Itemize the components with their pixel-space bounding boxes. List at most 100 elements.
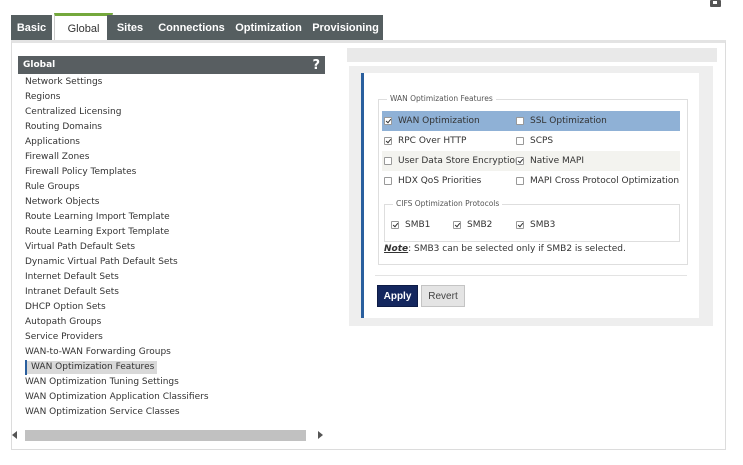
nav-item[interactable]: Route Learning Import Template — [18, 210, 325, 225]
global-nav-panel: Global ? Network Settings Regions Centrali… — [18, 56, 325, 446]
feature-checkbox[interactable] — [516, 117, 524, 125]
feature-label: HDX QoS Priorities — [398, 176, 482, 186]
note-label: Note — [384, 244, 409, 254]
nav-list: Network Settings Regions Centralized Licen… — [18, 74, 325, 420]
nav-item[interactable]: Regions — [18, 90, 325, 105]
nav-item-label: Firewall Policy Templates — [25, 167, 137, 177]
nav-item-label: Autopath Groups — [25, 317, 102, 327]
feature-row: HDX QoS Priorities MAPI Cross Protocol Op… — [382, 171, 680, 191]
smb-note: Note: SMB3 can be selected only if SMB2 … — [384, 244, 626, 254]
scroll-left-icon[interactable] — [12, 431, 17, 439]
nav-item[interactable]: DHCP Option Sets — [18, 300, 325, 315]
feature-option[interactable]: HDX QoS Priorities — [384, 171, 481, 191]
nav-item[interactable]: Applications — [18, 135, 325, 150]
nav-item[interactable]: Route Learning Export Template — [18, 225, 325, 240]
nav-item[interactable]: Firewall Policy Templates — [18, 165, 325, 180]
divider — [375, 275, 687, 276]
revert-button[interactable]: Revert — [421, 285, 465, 307]
nav-item-label: WAN-to-WAN Forwarding Groups — [25, 347, 171, 357]
cifs-label: SMB1 — [405, 220, 431, 230]
cifs-legend: CIFS Optimization Protocols — [393, 199, 503, 208]
nav-item[interactable]: WAN Optimization Features — [25, 360, 325, 375]
nav-title: Global — [23, 60, 56, 70]
feature-checkbox[interactable] — [516, 137, 524, 145]
feature-checkbox[interactable] — [384, 177, 392, 185]
nav-item[interactable]: Network Settings — [18, 75, 325, 90]
nav-item-label: Intranet Default Sets — [25, 287, 119, 297]
nav-item-label: WAN Optimization Application Classifiers — [25, 392, 209, 402]
cifs-checkbox[interactable] — [391, 221, 399, 229]
nav-item[interactable]: Intranet Default Sets — [18, 285, 325, 300]
nav-item[interactable]: Routing Domains — [18, 120, 325, 135]
feature-option[interactable]: Native MAPI — [516, 151, 584, 171]
nav-item-label: Regions — [25, 92, 61, 102]
nav-item[interactable]: Virtual Path Default Sets — [18, 240, 325, 255]
nav-item-label: Dynamic Virtual Path Default Sets — [25, 257, 178, 267]
feature-label: User Data Store Encryption — [398, 156, 521, 166]
nav-item[interactable]: Service Providers — [18, 330, 325, 345]
scroll-right-icon[interactable] — [318, 431, 323, 439]
feature-option[interactable]: MAPI Cross Protocol Optimization — [516, 171, 679, 191]
nav-item-label: Service Providers — [25, 332, 103, 342]
horizontal-scrollbar[interactable] — [9, 428, 325, 442]
feature-row: WAN Optimization SSL Optimization — [382, 111, 680, 131]
nav-item-label: WAN Optimization Service Classes — [25, 407, 180, 417]
feature-checkbox[interactable] — [384, 157, 392, 165]
tab-global[interactable]: Global — [54, 13, 113, 41]
cifs-option[interactable]: SMB1 — [391, 215, 430, 235]
feature-label: Native MAPI — [530, 156, 585, 166]
nav-item-label: DHCP Option Sets — [25, 302, 106, 312]
feature-option[interactable]: User Data Store Encryption — [384, 151, 521, 171]
tab-provisioning[interactable]: Provisioning — [308, 15, 383, 40]
nav-item[interactable]: Centralized Licensing — [18, 105, 325, 120]
tab-optimization[interactable]: Optimization — [227, 15, 310, 40]
nav-item-label: Routing Domains — [25, 122, 102, 132]
nav-item[interactable]: Rule Groups — [18, 180, 325, 195]
nav-item[interactable]: Autopath Groups — [18, 315, 325, 330]
tab-sites[interactable]: Sites — [107, 15, 153, 40]
help-icon[interactable]: ? — [312, 59, 320, 72]
feature-row: RPC Over HTTP SCPS — [382, 131, 680, 151]
feature-checkbox[interactable] — [384, 137, 392, 145]
feature-label: RPC Over HTTP — [398, 136, 467, 146]
cifs-label: SMB2 — [467, 220, 493, 230]
feature-row: User Data Store Encryption Native MAPI — [382, 151, 680, 171]
nav-item[interactable]: WAN Optimization Tuning Settings — [18, 375, 325, 390]
tab-connections[interactable]: Connections — [150, 15, 233, 40]
feature-label: MAPI Cross Protocol Optimization — [530, 176, 680, 186]
nav-item[interactable]: Network Objects — [18, 195, 325, 210]
cifs-option[interactable]: SMB2 — [453, 215, 492, 235]
tab-basic[interactable]: Basic — [11, 15, 52, 40]
lock-icon[interactable] — [710, 0, 721, 7]
cifs-checkbox[interactable] — [453, 221, 461, 229]
nav-item[interactable]: Firewall Zones — [18, 150, 325, 165]
feature-option[interactable]: SCPS — [516, 131, 553, 151]
cifs-checkbox[interactable] — [516, 221, 524, 229]
feature-option[interactable]: WAN Optimization — [384, 111, 480, 131]
nav-item-label: Network Objects — [25, 197, 100, 207]
nav-item[interactable]: WAN Optimization Service Classes — [18, 405, 325, 420]
nav-item-label: Applications — [25, 137, 80, 147]
apply-button[interactable]: Apply — [377, 285, 418, 307]
nav-item-label: Route Learning Import Template — [25, 212, 170, 222]
nav-item[interactable]: WAN Optimization Application Classifiers — [18, 390, 325, 405]
nav-item[interactable]: WAN-to-WAN Forwarding Groups — [18, 345, 325, 360]
feature-option[interactable]: SSL Optimization — [516, 111, 607, 131]
feature-checkbox[interactable] — [516, 157, 524, 165]
note-text: : SMB3 can be selected only if SMB2 is s… — [408, 244, 626, 254]
feature-option[interactable]: RPC Over HTTP — [384, 131, 466, 151]
cifs-option[interactable]: SMB3 — [516, 215, 555, 235]
nav-item-label: Virtual Path Default Sets — [25, 242, 136, 252]
nav-item-label: Route Learning Export Template — [25, 227, 170, 237]
scrollbar-thumb[interactable] — [25, 429, 306, 441]
nav-item-label: Internet Default Sets — [25, 272, 119, 282]
nav-header: Global ? — [18, 56, 325, 74]
nav-item-label: Rule Groups — [25, 182, 80, 192]
nav-item[interactable]: Dynamic Virtual Path Default Sets — [18, 255, 325, 270]
feature-checkbox[interactable] — [384, 117, 392, 125]
feature-label: SCPS — [530, 136, 554, 146]
nav-item-label: Firewall Zones — [25, 152, 90, 162]
features-legend: WAN Optimization Features — [387, 94, 496, 103]
feature-checkbox[interactable] — [516, 177, 524, 185]
nav-item[interactable]: Internet Default Sets — [18, 270, 325, 285]
